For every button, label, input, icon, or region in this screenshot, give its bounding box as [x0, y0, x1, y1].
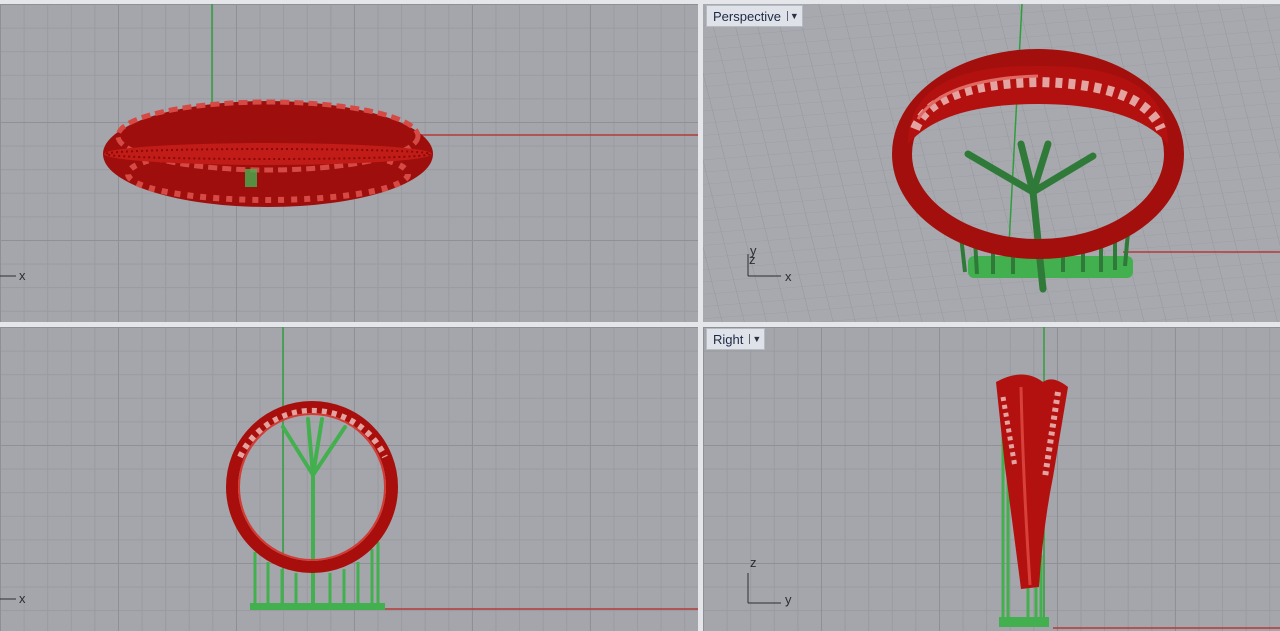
axis-label-x: x: [785, 269, 792, 284]
viewport-top[interactable]: x: [0, 4, 698, 322]
viewport-title: Perspective: [713, 8, 781, 24]
dropdown-arrow-icon[interactable]: ▼: [786, 11, 799, 21]
axis-label-x: x: [19, 591, 26, 606]
support-glimpse: [245, 169, 257, 187]
viewport-label-right[interactable]: Right ▼: [706, 328, 766, 350]
right-view-canvas: [747, 327, 1280, 629]
axis-label-z: z: [749, 252, 756, 267]
support-base: [999, 617, 1049, 627]
dropdown-arrow-icon[interactable]: ▼: [749, 334, 761, 344]
support-base: [250, 603, 385, 610]
top-view-canvas: [0, 4, 698, 277]
axis-label-y: y: [785, 592, 792, 607]
viewport-label-perspective[interactable]: Perspective ▼: [706, 5, 803, 27]
support-tree: [281, 417, 347, 607]
viewport-front[interactable]: x: [0, 327, 698, 631]
cplane-axes: [747, 573, 781, 604]
viewport-perspective[interactable]: Perspective ▼ y z x: [703, 4, 1280, 322]
ring-band: [104, 143, 432, 165]
axis-label-x: x: [19, 268, 26, 283]
viewport-right[interactable]: Right ▼ z y: [703, 327, 1280, 631]
front-view-canvas: [0, 327, 698, 610]
viewport-title: Right: [713, 331, 744, 347]
axis-label-z: z: [750, 555, 757, 570]
